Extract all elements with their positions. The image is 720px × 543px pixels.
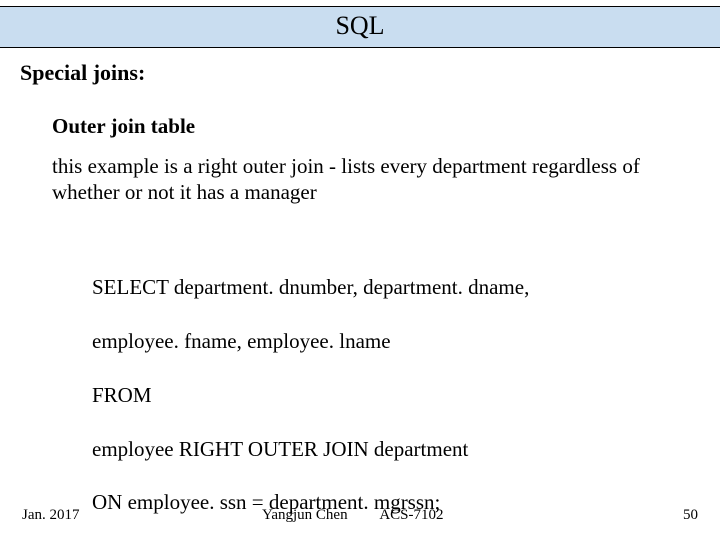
footer-center: Yangjun Chen ACS-7102 bbox=[262, 507, 638, 524]
sub-heading: Outer join table bbox=[52, 114, 700, 139]
slide: SQL Special joins: Outer join table this… bbox=[0, 0, 720, 540]
footer-author: Yangjun Chen bbox=[262, 507, 348, 523]
code-line: employee RIGHT OUTER JOIN department bbox=[92, 436, 700, 463]
slide-content: Special joins: Outer join table this exa… bbox=[0, 48, 720, 543]
slide-footer: Jan. 2017 Yangjun Chen ACS-7102 50 bbox=[0, 507, 720, 524]
slide-title: SQL bbox=[0, 6, 720, 48]
description-paragraph: this example is a right outer join - lis… bbox=[52, 153, 672, 206]
code-line: FROM bbox=[92, 382, 700, 409]
footer-page-number: 50 bbox=[638, 507, 698, 524]
footer-date: Jan. 2017 bbox=[22, 507, 262, 524]
sql-code-block: SELECT department. dnumber, department. … bbox=[92, 248, 700, 543]
section-heading: Special joins: bbox=[20, 60, 700, 86]
footer-course: ACS-7102 bbox=[379, 507, 443, 523]
code-line: employee. fname, employee. lname bbox=[92, 328, 700, 355]
code-line: SELECT department. dnumber, department. … bbox=[92, 274, 700, 301]
